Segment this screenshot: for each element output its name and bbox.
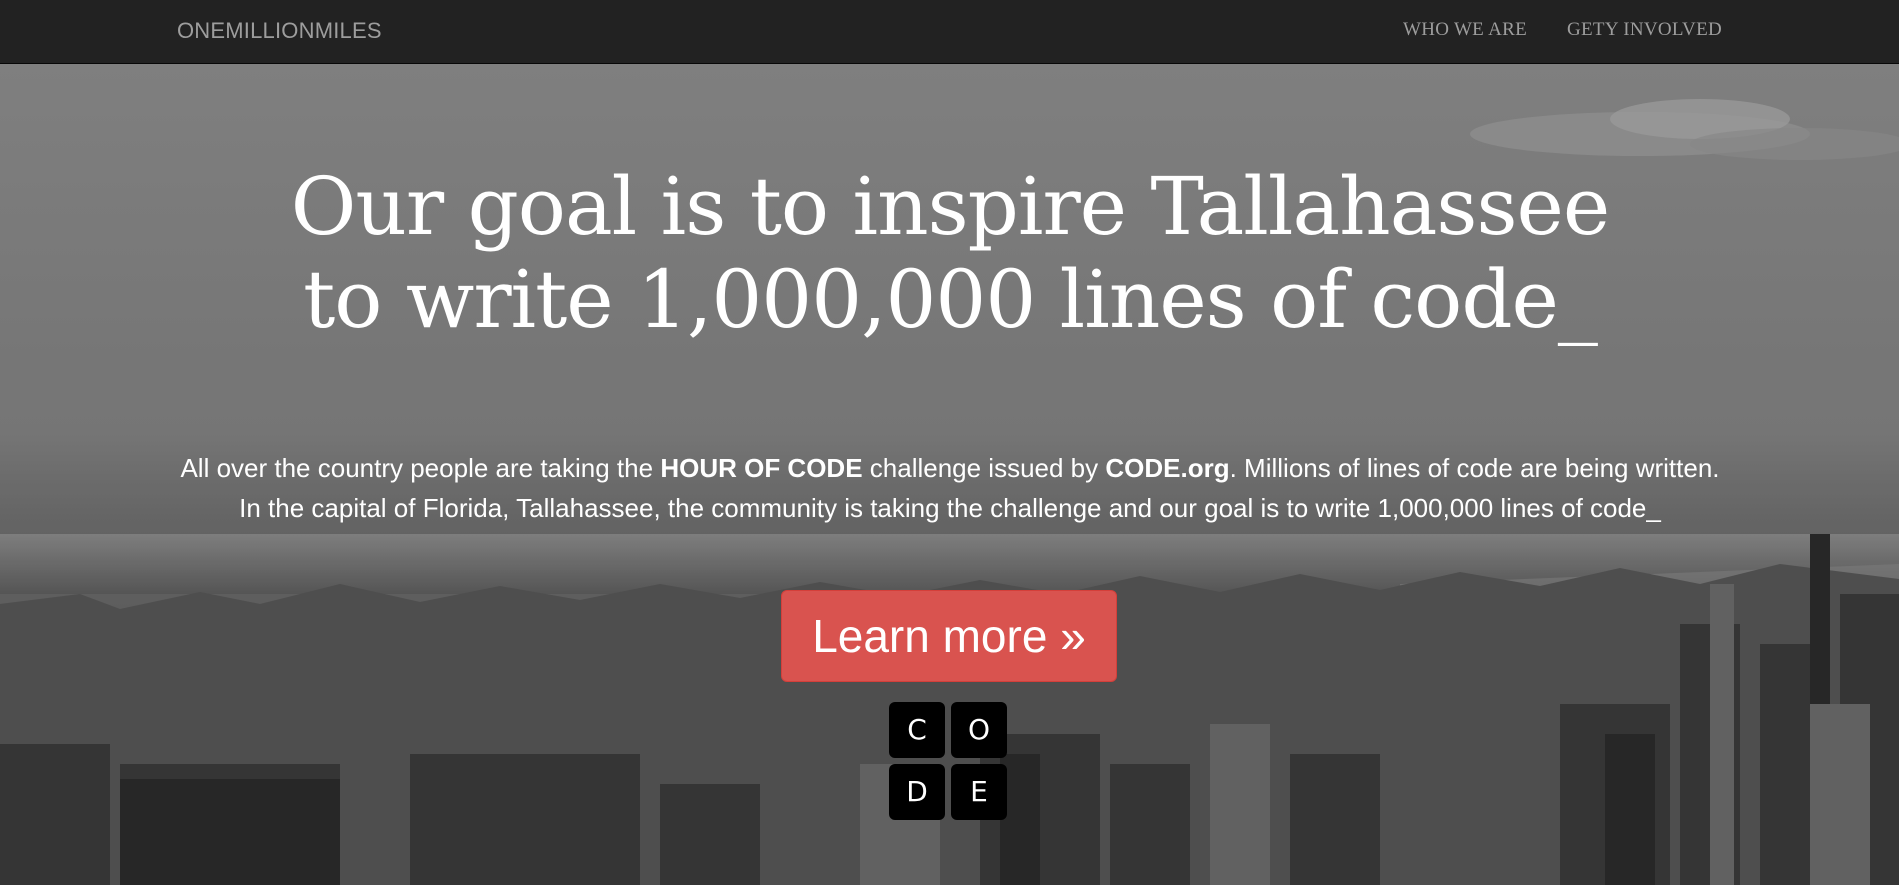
lead-part-1: All over the country people are taking t…: [180, 453, 661, 483]
learn-more-button[interactable]: Learn more »: [781, 590, 1117, 682]
hero-headline: Our goal is to inspire Tallahassee to wr…: [290, 160, 1610, 346]
code-logo-tile-c: C: [889, 702, 945, 758]
code-logo-tile-e: E: [951, 764, 1007, 820]
hero-section: Our goal is to inspire Tallahassee to wr…: [0, 64, 1899, 886]
nav-link-who-we-are[interactable]: WHO WE ARE: [1403, 19, 1527, 41]
code-logo-tile-d: D: [889, 764, 945, 820]
code-logo-tile-o: O: [951, 702, 1007, 758]
nav-links: WHO WE ARE GETY INVOLVED: [1403, 19, 1722, 41]
nav-link-get-involved[interactable]: GETY INVOLVED: [1567, 19, 1722, 41]
code-org-emphasis: CODE.org: [1105, 453, 1230, 483]
page: ONEMILLIONMILES WHO WE ARE GETY INVOLVED: [0, 0, 1899, 887]
hero-lead-text: All over the country people are taking t…: [180, 448, 1720, 528]
brand-link[interactable]: ONEMILLIONMILES: [177, 18, 382, 44]
lead-part-2: challenge issued by: [862, 453, 1106, 483]
navbar: ONEMILLIONMILES WHO WE ARE GETY INVOLVED: [0, 0, 1899, 64]
code-org-logo[interactable]: C O D E: [889, 702, 1009, 822]
hour-of-code-emphasis: HOUR OF CODE: [660, 453, 863, 483]
